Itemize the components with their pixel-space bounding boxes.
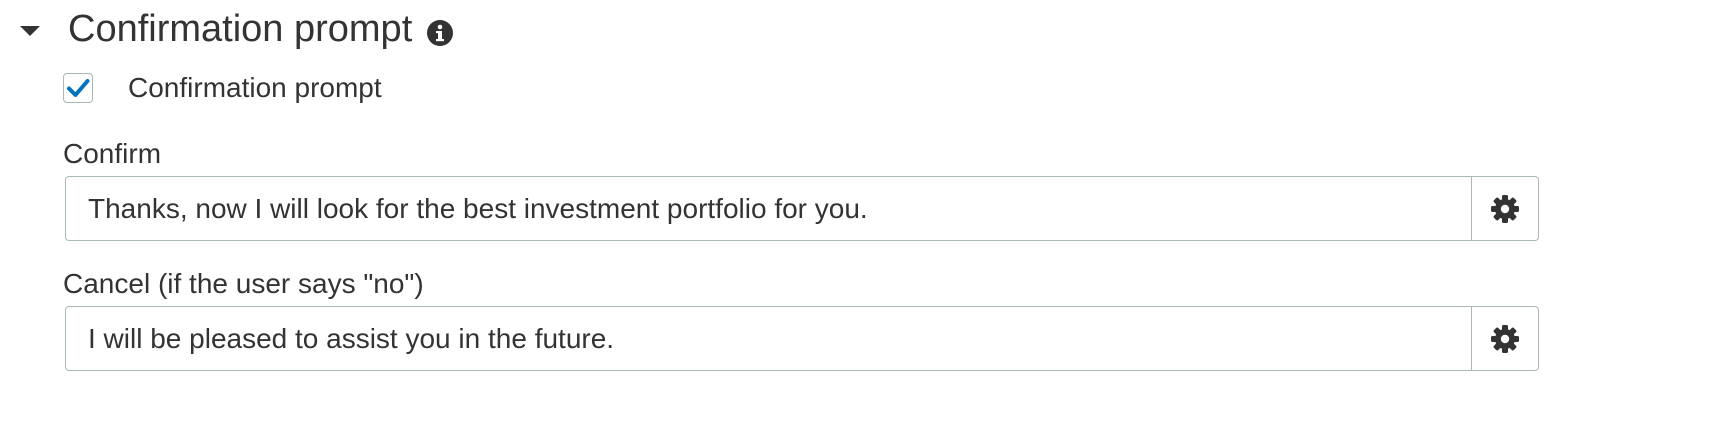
cancel-input[interactable] xyxy=(66,307,1471,370)
confirm-input[interactable] xyxy=(66,177,1471,240)
checkmark-icon xyxy=(67,79,90,97)
section-title: Confirmation prompt xyxy=(68,8,413,50)
cancel-settings-button[interactable] xyxy=(1471,307,1538,370)
gear-icon xyxy=(1491,324,1519,353)
section-header[interactable]: Confirmation prompt xyxy=(20,4,454,54)
confirmation-prompt-checkbox-row[interactable]: Confirmation prompt xyxy=(63,72,382,104)
gear-icon xyxy=(1491,194,1519,223)
confirm-label: Confirm xyxy=(63,138,162,169)
caret-down-icon[interactable] xyxy=(20,26,40,36)
cancel-input-group xyxy=(65,306,1539,371)
info-icon[interactable] xyxy=(426,19,454,47)
confirmation-prompt-checkbox[interactable] xyxy=(63,73,93,103)
confirm-settings-button[interactable] xyxy=(1471,177,1538,240)
cancel-label: Cancel (if the user says "no") xyxy=(63,268,424,299)
confirm-input-group xyxy=(65,176,1539,241)
checkbox-label: Confirmation prompt xyxy=(128,72,382,103)
